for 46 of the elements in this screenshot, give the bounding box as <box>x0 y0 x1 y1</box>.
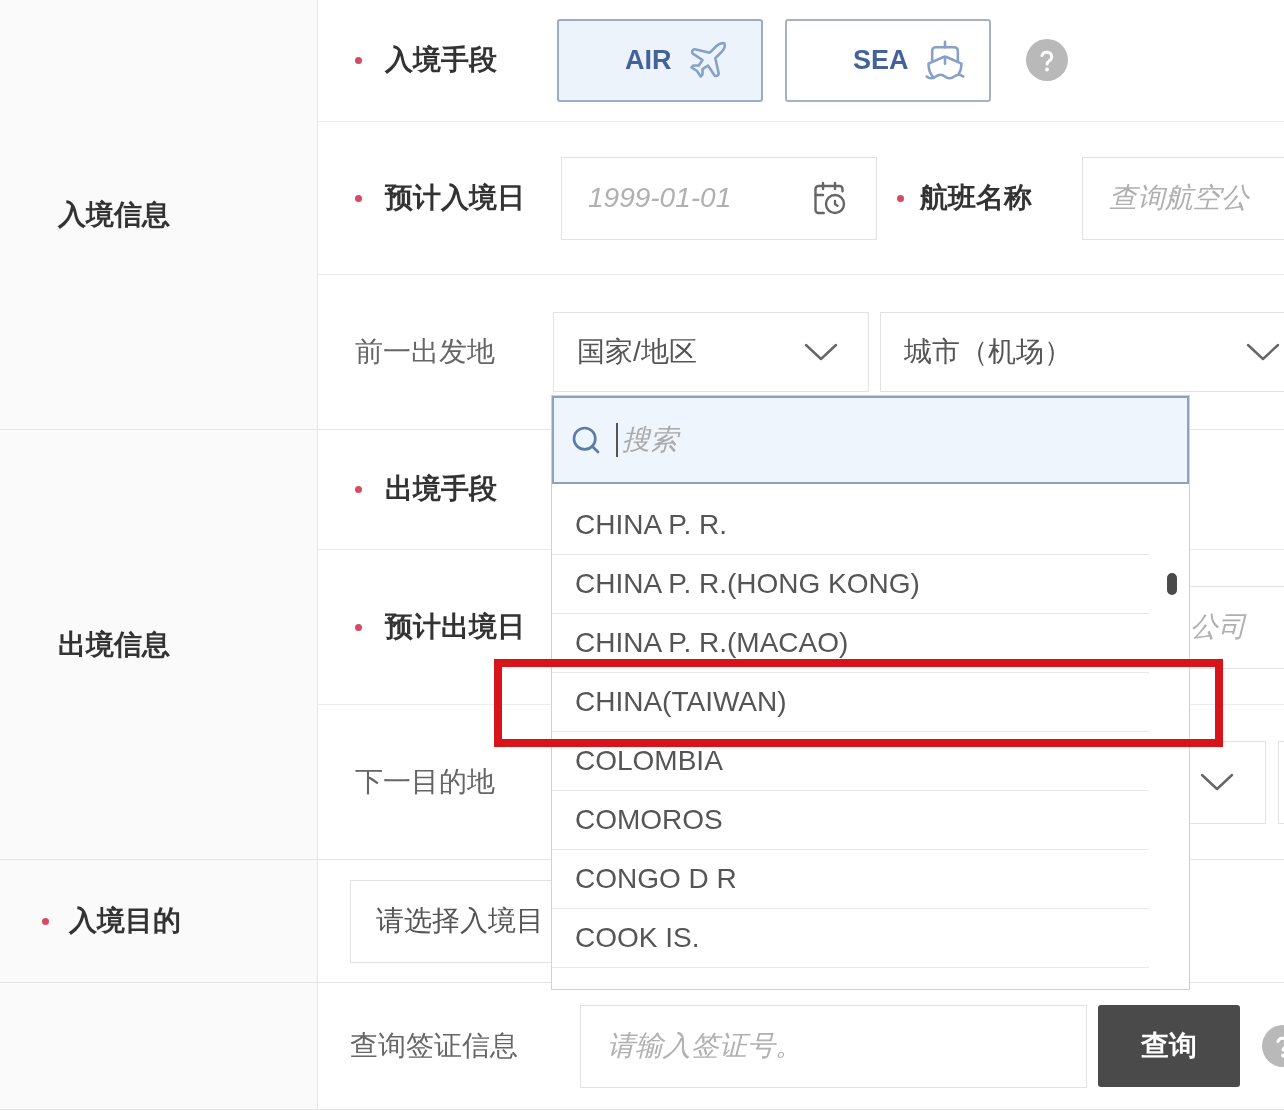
select-field[interactable]: 请选择入境目 <box>350 879 551 963</box>
scrollbar-thumb[interactable] <box>1167 573 1177 595</box>
select-field[interactable] <box>1190 740 1266 824</box>
dropdown-option[interactable]: CONGO D R <box>552 850 1149 909</box>
field-label: 前一出发地 <box>355 335 495 370</box>
required-dot-icon <box>355 623 362 631</box>
dropdown-option[interactable]: CHINA P. R.(HONG KONG) <box>552 555 1149 614</box>
field-label: 入境手段 <box>385 43 497 78</box>
field-label: 出境手段 <box>385 472 497 507</box>
search-field[interactable]: 搜索 <box>552 396 1189 484</box>
transport-mode-button[interactable]: AIR <box>557 18 763 102</box>
select-field[interactable]: 城市（机场） <box>880 312 1284 393</box>
dropdown-option[interactable]: COMOROS <box>552 791 1149 850</box>
field-label: 航班名称 <box>920 181 1032 216</box>
input-field[interactable]: 请输入签证号。 <box>580 1004 1087 1088</box>
dropdown-option[interactable]: CHINA(TAIWAN) <box>552 673 1149 732</box>
required-dot-icon <box>355 56 362 64</box>
field-label: 预计入境日 <box>385 181 525 216</box>
required-dot-icon <box>355 485 362 493</box>
date-field[interactable]: 1999-01-01 <box>561 156 877 240</box>
field-label: 预计出境日 <box>385 610 525 645</box>
dropdown-option[interactable]: CHINA P. R. <box>552 496 1149 555</box>
text-cursor-icon <box>616 423 618 457</box>
select-field[interactable]: 国家/地区 <box>553 312 869 393</box>
field-label: 下一目的地 <box>355 765 495 800</box>
search-icon <box>570 424 602 456</box>
input-field[interactable]: 公司 <box>1188 585 1284 669</box>
chevron-down-icon <box>804 343 838 362</box>
ship-icon <box>922 38 967 83</box>
dropdown-option[interactable]: COLOMBIA <box>552 732 1149 791</box>
input-field[interactable]: 查询航空公 <box>1082 156 1284 240</box>
section-title: 入境信息 <box>58 197 170 232</box>
query-button[interactable]: 查询 <box>1098 1005 1240 1087</box>
required-dot-icon <box>355 194 362 202</box>
chevron-down-icon <box>1246 343 1280 362</box>
chevron-down-icon <box>1200 773 1234 792</box>
required-dot-icon <box>42 917 49 925</box>
dropdown-option[interactable]: CHINA P. R.(MACAO) <box>552 614 1149 673</box>
required-dot-icon <box>897 194 904 202</box>
field-label: 查询签证信息 <box>350 1029 518 1063</box>
dropdown-option[interactable]: COOK IS. <box>552 909 1149 968</box>
section-title: 入境目的 <box>69 904 181 938</box>
section-title: 出境信息 <box>58 627 170 662</box>
input-field[interactable] <box>1278 740 1284 824</box>
calendar-icon[interactable] <box>811 180 847 217</box>
transport-mode-button[interactable]: SEA <box>785 18 991 102</box>
